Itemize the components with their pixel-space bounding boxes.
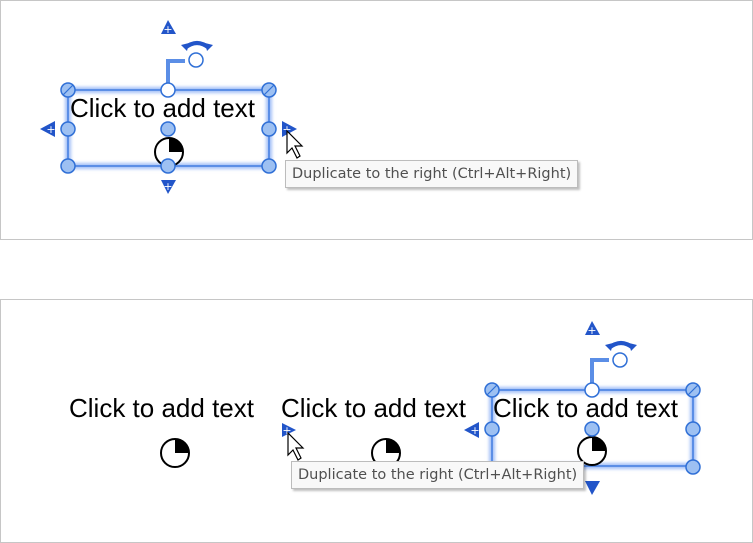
resize-handle-left[interactable] bbox=[60, 121, 76, 137]
resize-handle-left[interactable] bbox=[484, 421, 500, 437]
resize-handle-bottom-right[interactable] bbox=[261, 158, 277, 174]
svg-text:+: + bbox=[470, 424, 479, 437]
rotate-icon bbox=[605, 341, 637, 351]
resize-handle-bottom[interactable] bbox=[160, 158, 176, 174]
rotate-handle[interactable] bbox=[188, 52, 204, 68]
svg-text:+: + bbox=[46, 123, 55, 136]
pie-chart-icon bbox=[160, 438, 190, 468]
duplicate-up-arrow-icon[interactable]: + bbox=[161, 20, 176, 36]
svg-text:+: + bbox=[163, 180, 172, 193]
resize-handle-top[interactable] bbox=[160, 82, 176, 98]
resize-handle-top[interactable] bbox=[584, 382, 600, 398]
resize-handle-right[interactable] bbox=[261, 121, 277, 137]
duplicate-down-arrow-icon[interactable] bbox=[585, 481, 600, 495]
rotate-handle[interactable] bbox=[612, 352, 628, 368]
resize-handle-center[interactable] bbox=[584, 421, 600, 437]
svg-text:+: + bbox=[163, 23, 172, 36]
resize-handle-bottom-right[interactable] bbox=[685, 459, 701, 475]
mouse-pointer-icon bbox=[286, 129, 304, 159]
mouse-pointer-icon bbox=[287, 431, 305, 461]
resize-handle-center[interactable] bbox=[160, 121, 176, 137]
duplicate-tooltip: Duplicate to the right (Ctrl+Alt+Right) bbox=[285, 160, 579, 188]
canvas-panel-top: Click to add text + + + + Duplicate to t… bbox=[0, 0, 753, 240]
duplicate-up-arrow-icon[interactable]: + bbox=[585, 321, 600, 337]
canvas-panel-bottom: Click to add text Click to add text Clic… bbox=[0, 299, 753, 543]
svg-text:+: + bbox=[587, 324, 596, 337]
selection-overlay: + + + + bbox=[40, 20, 304, 194]
duplicate-down-arrow-icon[interactable]: + bbox=[161, 180, 176, 194]
duplicate-tooltip: Duplicate to the right (Ctrl+Alt+Right) bbox=[291, 461, 585, 489]
duplicate-left-arrow-icon[interactable]: + bbox=[464, 422, 480, 438]
rotate-icon bbox=[181, 41, 213, 51]
resize-handle-bottom-left[interactable] bbox=[60, 158, 76, 174]
selection-overlay: + + + bbox=[160, 321, 701, 495]
duplicate-left-arrow-icon[interactable]: + bbox=[40, 121, 56, 137]
resize-handle-right[interactable] bbox=[685, 421, 701, 437]
